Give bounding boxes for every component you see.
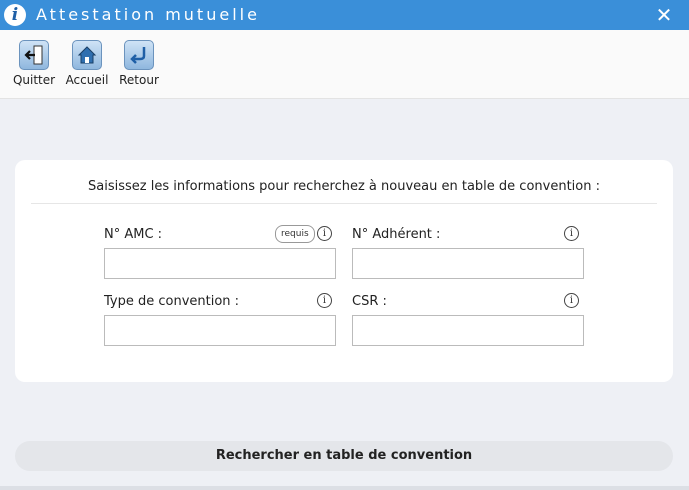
info-app-icon: i xyxy=(4,4,26,26)
convention-type-input[interactable] xyxy=(104,315,336,346)
window-title: Attestation mutuelle xyxy=(36,5,260,24)
back-label: Retour xyxy=(119,73,159,87)
divider xyxy=(31,203,657,204)
title-bar: i Attestation mutuelle ✕ xyxy=(0,0,689,30)
search-convention-button[interactable]: Rechercher en table de convention xyxy=(15,441,673,471)
toolbar: Quitter Accueil Retour xyxy=(0,30,689,99)
quit-label: Quitter xyxy=(12,73,56,87)
amc-label: N° AMC : xyxy=(104,227,163,242)
quit-button[interactable]: Quitter xyxy=(9,40,59,87)
close-button[interactable]: ✕ xyxy=(653,3,675,27)
adherent-info-icon[interactable]: i xyxy=(564,226,579,241)
required-badge: requis xyxy=(275,225,315,243)
back-button[interactable]: Retour xyxy=(114,40,164,87)
convention-type-label: Type de convention : xyxy=(104,294,240,309)
convention-type-info-icon[interactable]: i xyxy=(317,293,332,308)
csr-label: CSR : xyxy=(352,294,387,309)
search-form-card: Saisissez les informations pour recherch… xyxy=(15,160,673,382)
home-label: Accueil xyxy=(65,73,109,87)
home-button[interactable]: Accueil xyxy=(62,40,112,87)
footer-strip xyxy=(0,486,689,490)
csr-input[interactable] xyxy=(352,315,584,346)
csr-info-icon[interactable]: i xyxy=(564,293,579,308)
adherent-input[interactable] xyxy=(352,248,584,279)
amc-input[interactable] xyxy=(104,248,336,279)
amc-info-icon[interactable]: i xyxy=(317,226,332,241)
exit-icon xyxy=(19,40,49,70)
form-instruction: Saisissez les informations pour recherch… xyxy=(88,179,600,194)
back-arrow-icon xyxy=(124,40,154,70)
adherent-label: N° Adhérent : xyxy=(352,227,441,242)
home-icon xyxy=(72,40,102,70)
